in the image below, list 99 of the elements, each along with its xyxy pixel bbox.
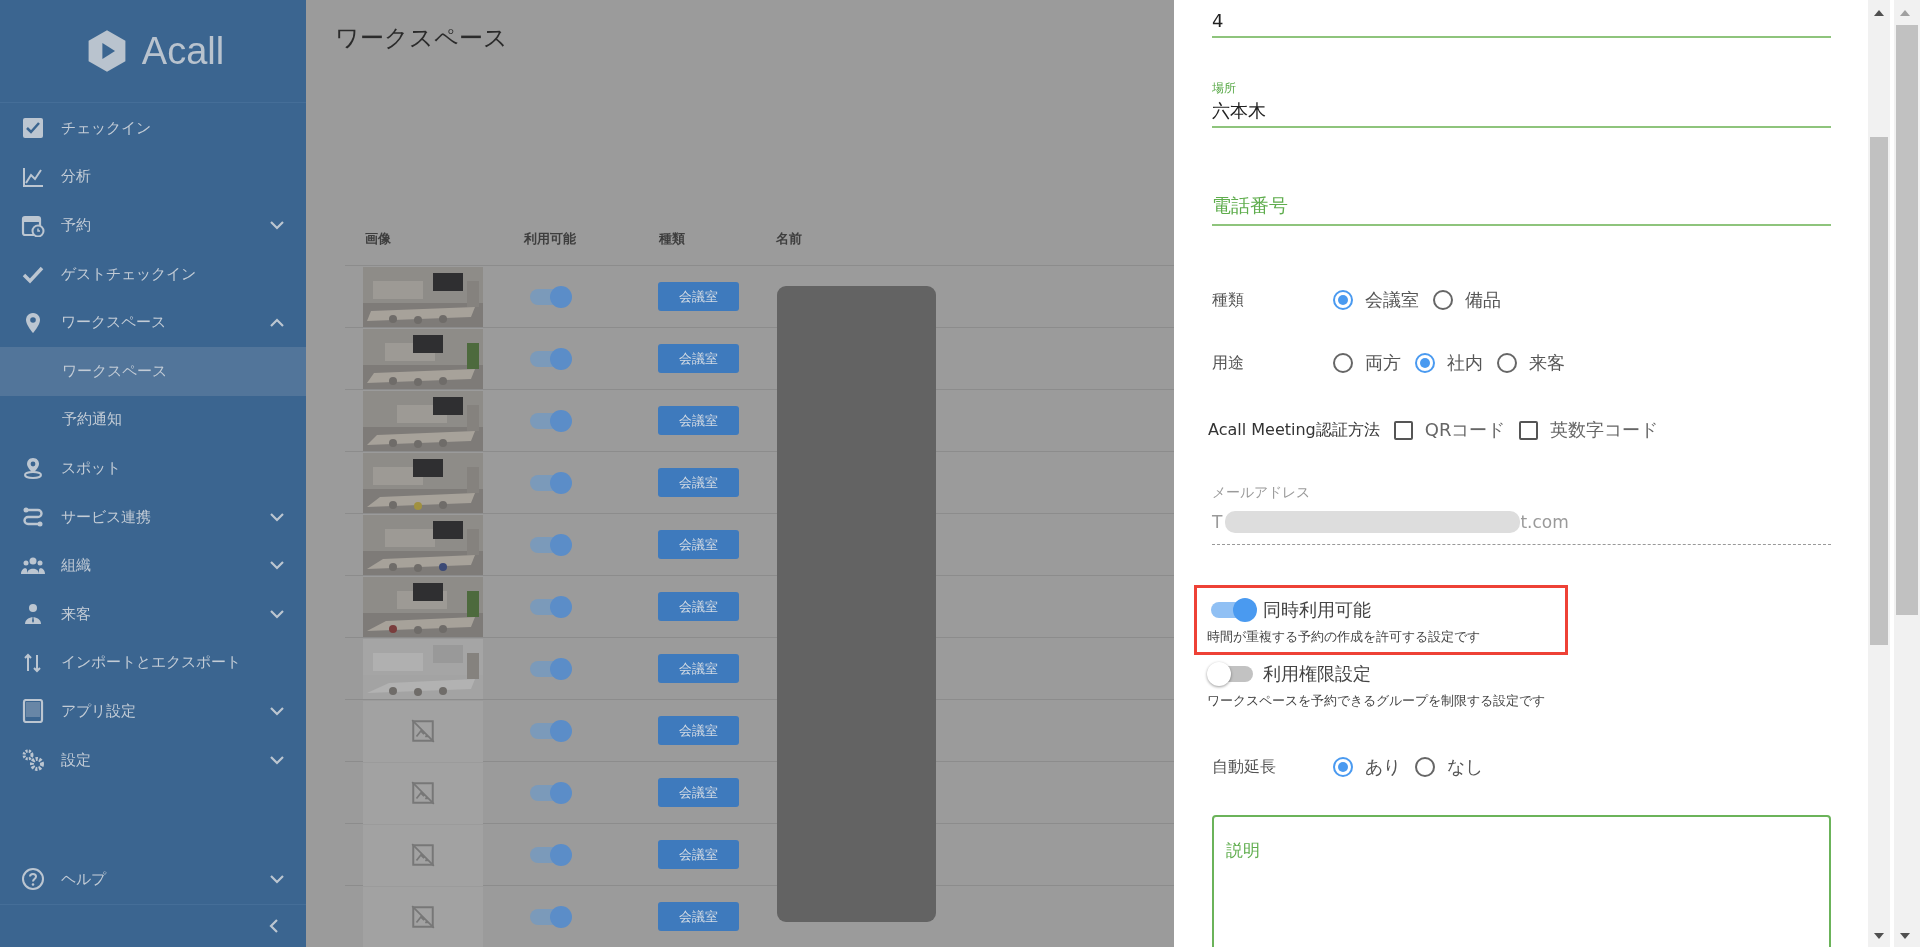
column-header: 名前 — [776, 229, 803, 248]
type-badge: 会議室 — [658, 468, 739, 497]
toggle-switch[interactable] — [530, 412, 570, 429]
chevron-icon — [270, 706, 284, 716]
option-label: あり — [1365, 755, 1401, 779]
toggle-switch[interactable] — [530, 722, 570, 739]
checkbox[interactable] — [1519, 420, 1539, 440]
chevron-icon — [270, 318, 284, 328]
nav-item[interactable]: 設定 — [0, 735, 306, 785]
group-label: 用途 — [1212, 352, 1245, 374]
nav-item[interactable]: 組織 — [0, 541, 306, 590]
type-badge: 会議室 — [658, 840, 739, 869]
nav-item[interactable]: ゲストチェックイン — [0, 249, 306, 299]
nav-item[interactable]: 予約 — [0, 201, 306, 250]
help-icon — [21, 867, 45, 891]
nav-item[interactable]: チェックイン — [0, 104, 306, 153]
description-field[interactable]: 説明 — [1212, 815, 1831, 947]
radio-button[interactable] — [1497, 353, 1517, 373]
toggle-switch[interactable] — [530, 474, 570, 491]
scrollbar[interactable] — [1894, 0, 1920, 947]
calendar-icon — [21, 213, 45, 238]
type-badge: 会議室 — [658, 654, 739, 683]
logo-text: Acall — [141, 29, 225, 73]
toggle-label: 利用権限設定 — [1263, 662, 1371, 686]
toggle-switch[interactable] — [530, 350, 570, 367]
checkbox-icon — [21, 116, 45, 141]
nav-item[interactable]: スポット — [0, 444, 306, 493]
nav-subitem[interactable]: ワークスペース — [0, 346, 306, 396]
radio-button[interactable] — [1415, 757, 1435, 777]
type-badge: 会議室 — [658, 406, 739, 435]
option-label: 備品 — [1465, 288, 1501, 312]
radio-button[interactable] — [1333, 353, 1353, 373]
type-badge: 会議室 — [658, 344, 739, 373]
radio-button[interactable] — [1415, 353, 1435, 373]
tablet-icon — [21, 699, 45, 724]
page-title: ワークスペース — [335, 23, 508, 54]
option-label: 両方 — [1365, 351, 1401, 375]
scrollbar-thumb[interactable] — [1870, 137, 1888, 645]
toggle-switch[interactable] — [530, 660, 570, 677]
nav-item[interactable]: 分析 — [0, 152, 306, 202]
option-label: なし — [1447, 755, 1483, 779]
checkbox[interactable] — [1393, 420, 1413, 440]
nav-item[interactable]: 来客 — [0, 589, 306, 639]
help-item[interactable]: ヘルプ — [0, 854, 306, 905]
scroll-down-icon[interactable] — [1900, 933, 1910, 939]
group-label: 自動延長 — [1212, 756, 1277, 778]
toggle-label: 同時利用可能 — [1263, 598, 1371, 622]
option-label: 社内 — [1447, 351, 1483, 375]
text-field[interactable]: 電話番号 — [1212, 192, 1831, 226]
toggle-switch[interactable] — [530, 784, 570, 801]
collapse-icon[interactable] — [269, 919, 278, 933]
radio-button[interactable] — [1333, 290, 1353, 310]
column-header: 利用可能 — [523, 229, 577, 248]
option-label: 会議室 — [1365, 288, 1419, 312]
no-image-icon — [410, 780, 436, 806]
type-badge: 会議室 — [658, 716, 739, 745]
toggle-switch[interactable] — [530, 288, 570, 305]
toggle-switch[interactable] — [530, 598, 570, 615]
no-image-icon — [410, 842, 436, 868]
toggle-switch[interactable] — [530, 536, 570, 553]
chevron-icon — [270, 874, 284, 884]
nav-item[interactable]: インポートとエクスポート — [0, 638, 306, 688]
option-label: QRコード — [1424, 418, 1506, 442]
nav-item[interactable]: サービス連携 — [0, 492, 306, 542]
nav-item[interactable]: アプリ設定 — [0, 687, 306, 736]
radio-button[interactable] — [1433, 290, 1453, 310]
type-badge: 会議室 — [658, 902, 739, 931]
scroll-down-icon[interactable] — [1874, 933, 1884, 939]
column-header: 種類 — [658, 229, 686, 248]
type-badge: 会議室 — [658, 778, 739, 807]
text-field[interactable]: 場所 六本木 — [1212, 80, 1831, 128]
type-badge: 会議室 — [658, 530, 739, 559]
chevron-icon — [270, 512, 284, 522]
nav-item[interactable]: ワークスペース — [0, 298, 306, 347]
scrollbar-thumb[interactable] — [1896, 25, 1918, 615]
group-label: 種類 — [1212, 289, 1245, 311]
text-field[interactable]: 4 — [1212, 6, 1831, 38]
nav-subitem[interactable]: 予約通知 — [0, 395, 306, 445]
column-header: 画像 — [364, 229, 392, 248]
chevron-icon — [270, 221, 284, 230]
no-image-icon — [410, 904, 436, 930]
option-label: 英数字コード — [1550, 418, 1659, 442]
type-badge: 会議室 — [658, 592, 739, 621]
chevron-icon — [270, 755, 284, 765]
scroll-up-icon[interactable] — [1874, 10, 1884, 16]
toggle-switch[interactable] — [530, 846, 570, 863]
toggle-description: 時間が重複する予約の作成を許可する設定です — [1207, 628, 1481, 646]
toggle-description: ワークスペースを予約できるグループを制限する設定です — [1207, 692, 1546, 710]
group-label: Acall Meeting認証方法 — [1208, 419, 1380, 441]
chevron-icon — [270, 609, 284, 619]
settings-icon — [21, 748, 45, 772]
option-label: 来客 — [1529, 351, 1565, 375]
scrollbar[interactable] — [1868, 0, 1890, 947]
chevron-icon — [270, 561, 284, 571]
location-icon — [21, 456, 45, 481]
no-image-icon — [410, 718, 436, 744]
radio-button[interactable] — [1333, 757, 1353, 777]
type-badge: 会議室 — [658, 282, 739, 311]
toggle-switch[interactable] — [530, 908, 570, 925]
